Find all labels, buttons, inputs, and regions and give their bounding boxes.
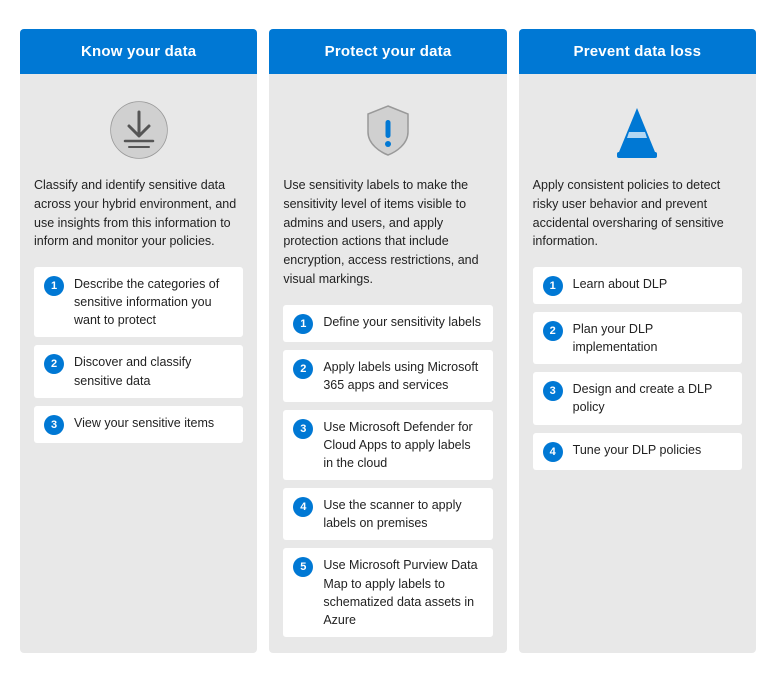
protect-your-data-step-2[interactable]: 2 Apply labels using Microsoft 365 apps a… (283, 350, 492, 402)
protect-your-data-step-5-number: 5 (293, 557, 313, 577)
protect-your-data-step-1-text: Define your sensitivity labels (323, 313, 481, 331)
protect-your-data-step-4-text: Use the scanner to apply labels on premi… (323, 496, 482, 532)
prevent-data-loss-step-2-text: Plan your DLP implementation (573, 320, 732, 356)
protect-your-data-step-4-number: 4 (293, 497, 313, 517)
protect-your-data-body: Use sensitivity labels to make the sensi… (269, 74, 506, 653)
protect-your-data-description: Use sensitivity labels to make the sensi… (283, 176, 492, 289)
know-your-data-step-3-text: View your sensitive items (74, 414, 214, 432)
protect-your-data-header: Protect your data (269, 29, 506, 74)
prevent-data-loss-step-2[interactable]: 2 Plan your DLP implementation (533, 312, 742, 364)
know-your-data-body: Classify and identify sensitive data acr… (20, 74, 257, 653)
know-your-data-description: Classify and identify sensitive data acr… (34, 176, 243, 251)
know-your-data-step-1-number: 1 (44, 276, 64, 296)
know-your-data-step-3[interactable]: 3 View your sensitive items (34, 406, 243, 443)
main-container: Know your data Classify and identify sen… (0, 9, 776, 673)
know-your-data-step-3-number: 3 (44, 415, 64, 435)
protect-your-data-step-2-number: 2 (293, 359, 313, 379)
column-protect-your-data: Protect your data Use sensitivity labels… (269, 29, 506, 653)
prevent-data-loss-step-3-number: 3 (543, 381, 563, 401)
know-your-data-step-2-text: Discover and classify sensitive data (74, 353, 233, 389)
protect-your-data-step-3-text: Use Microsoft Defender for Cloud Apps to… (323, 418, 482, 472)
know-your-data-step-1-text: Describe the categories of sensitive inf… (74, 275, 233, 329)
prevent-data-loss-step-4-text: Tune your DLP policies (573, 441, 702, 459)
prevent-data-loss-step-3-text: Design and create a DLP policy (573, 380, 732, 416)
know-your-data-step-list: 1 Describe the categories of sensitive in… (34, 267, 243, 443)
prevent-data-loss-step-1-text: Learn about DLP (573, 275, 668, 293)
know-your-data-icon (34, 90, 243, 166)
prevent-data-loss-icon (533, 90, 742, 166)
prevent-data-loss-step-1-number: 1 (543, 276, 563, 296)
protect-your-data-step-5-text: Use Microsoft Purview Data Map to apply … (323, 556, 482, 629)
protect-your-data-icon (283, 90, 492, 166)
protect-your-data-step-2-text: Apply labels using Microsoft 365 apps an… (323, 358, 482, 394)
prevent-data-loss-step-4-number: 4 (543, 442, 563, 462)
prevent-data-loss-step-2-number: 2 (543, 321, 563, 341)
protect-your-data-step-3[interactable]: 3 Use Microsoft Defender for Cloud Apps t… (283, 410, 492, 480)
know-your-data-header: Know your data (20, 29, 257, 74)
know-your-data-step-2-number: 2 (44, 354, 64, 374)
prevent-data-loss-step-4[interactable]: 4 Tune your DLP policies (533, 433, 742, 470)
column-prevent-data-loss: Prevent data loss Apply consistent polic… (519, 29, 756, 653)
prevent-data-loss-step-3[interactable]: 3 Design and create a DLP policy (533, 372, 742, 424)
prevent-data-loss-step-1[interactable]: 1 Learn about DLP (533, 267, 742, 304)
know-your-data-step-1[interactable]: 1 Describe the categories of sensitive in… (34, 267, 243, 337)
protect-your-data-step-1-number: 1 (293, 314, 313, 334)
prevent-data-loss-header: Prevent data loss (519, 29, 756, 74)
know-your-data-step-2[interactable]: 2 Discover and classify sensitive data (34, 345, 243, 397)
prevent-data-loss-step-list: 1 Learn about DLP 2 Plan your DLP implement… (533, 267, 742, 470)
prevent-data-loss-description: Apply consistent policies to detect risk… (533, 176, 742, 251)
protect-your-data-step-1[interactable]: 1 Define your sensitivity labels (283, 305, 492, 342)
protect-your-data-step-5[interactable]: 5 Use Microsoft Purview Data Map to apply… (283, 548, 492, 637)
protect-your-data-step-3-number: 3 (293, 419, 313, 439)
prevent-data-loss-body: Apply consistent policies to detect risk… (519, 74, 756, 653)
protect-your-data-step-4[interactable]: 4 Use the scanner to apply labels on prem… (283, 488, 492, 540)
column-know-your-data: Know your data Classify and identify sen… (20, 29, 257, 653)
protect-your-data-step-list: 1 Define your sensitivity labels 2 Apply la… (283, 305, 492, 637)
